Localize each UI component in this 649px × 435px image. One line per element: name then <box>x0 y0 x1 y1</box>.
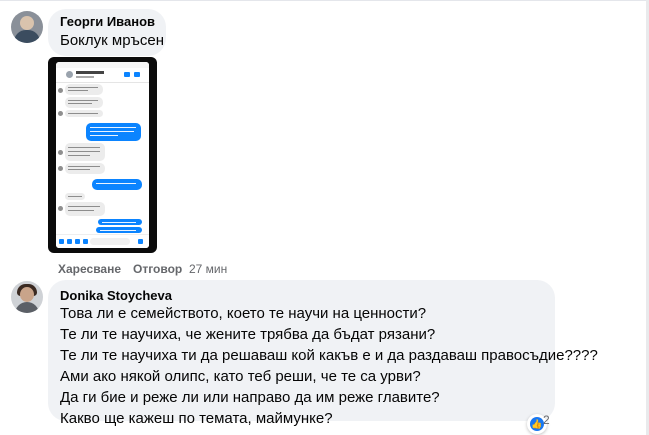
avatar[interactable] <box>11 11 43 43</box>
avatar[interactable] <box>11 281 43 313</box>
messenger-screen <box>56 62 149 248</box>
comment-author[interactable]: Donika Stoycheva <box>60 288 172 303</box>
comment-text: Боклук мръсен <box>60 32 165 49</box>
comment-line: Какво ще кажеш по темата, маймунке? <box>60 410 333 427</box>
attached-screenshot[interactable] <box>48 57 157 253</box>
like-link[interactable]: Харесване <box>58 262 121 276</box>
comment-author[interactable]: Георги Иванов <box>60 14 155 29</box>
comment-line: Да ги бие и реже ли или направо да им ре… <box>60 389 440 406</box>
comment-line: Те ли те научиха, че жените трябва да бъ… <box>60 326 436 343</box>
comment-line: Това ли е семейството, което те научи на… <box>60 305 427 322</box>
comment-line: Те ли те научиха ти да решаваш кой какъв… <box>60 347 598 364</box>
reaction-count[interactable]: 2 <box>543 413 550 427</box>
reply-link[interactable]: Отговор <box>133 262 182 276</box>
like-icon: 👍 <box>530 417 544 431</box>
top-divider <box>0 0 649 1</box>
comment-line: Ами ако някой олипс, като теб реши, че т… <box>60 368 421 385</box>
comment-timestamp[interactable]: 27 мин <box>189 262 227 276</box>
